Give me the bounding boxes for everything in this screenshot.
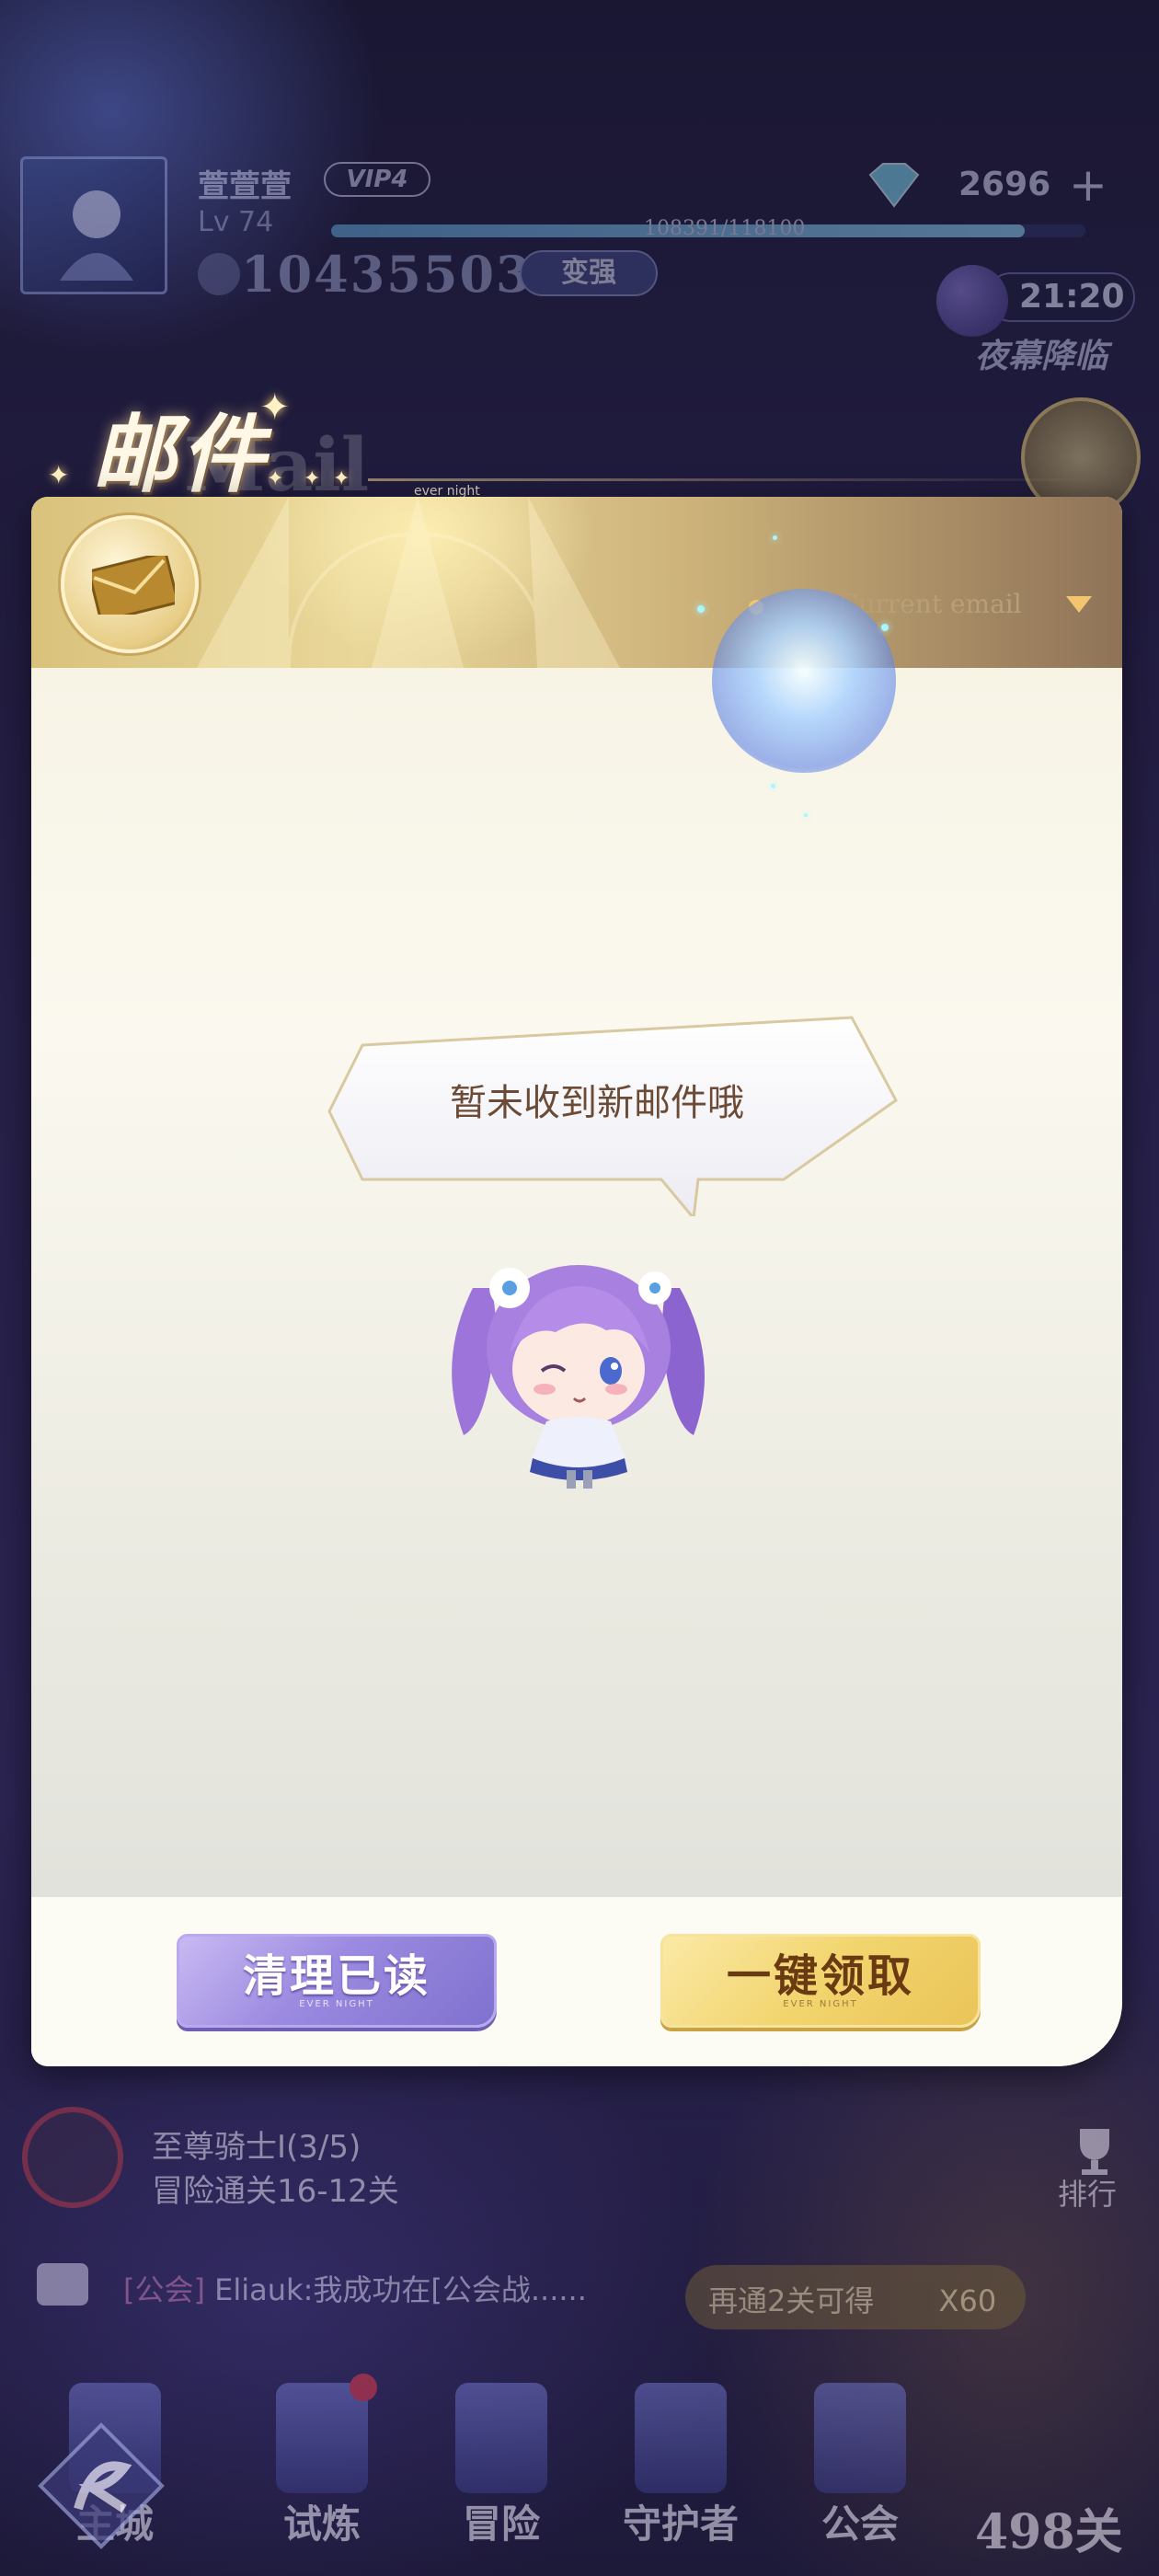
trophy-icon[interactable] <box>1067 2123 1122 2179</box>
sword-icon <box>276 2383 368 2493</box>
sparkle-dot <box>771 784 775 788</box>
glow-orb <box>712 589 896 773</box>
sparkle-icon: ✦ <box>48 460 70 490</box>
claim-all-sublabel: EVER NIGHT <box>783 1999 858 2009</box>
nav-item-guardian[interactable]: 守护者 <box>593 2346 768 2576</box>
sparkle-icon: ✦ <box>259 386 291 429</box>
mail-dialog-header: Current email <box>31 497 1122 668</box>
quest-description: 冒险通关16-12关 <box>152 2173 399 2210</box>
sparkle-icon: ✦ <box>267 467 284 490</box>
stage-reward-qty: X60 <box>938 2283 997 2318</box>
chat-channel-tag: [公会] <box>123 2272 205 2307</box>
chat-message[interactable]: [公会] Eliauk:我成功在[公会战...... <box>123 2267 587 2309</box>
header-decoration <box>197 497 620 668</box>
add-gems-button[interactable]: + <box>1069 158 1107 212</box>
ranking-label: 排行 <box>1058 2177 1118 2212</box>
empty-mail-message: 暂未收到新邮件哦 <box>450 1082 744 1124</box>
sparkle-icon: ✦ <box>304 467 321 490</box>
top-hud: 萱萱萱 VIP4 Lv 74 108391/118100 10435503 变强… <box>0 0 1159 386</box>
sparkle-dot <box>881 624 889 631</box>
stage-reward-label: 再通2关可得 <box>708 2283 875 2318</box>
quest-title: 至尊骑士I(3/5) <box>152 2129 361 2166</box>
stage-reward-text: 再通2关可得 X60 <box>708 2278 996 2320</box>
sparkle-icon: ✦ <box>333 467 350 490</box>
nav-label: 公会 <box>820 2501 899 2547</box>
player-avatar[interactable] <box>20 156 167 294</box>
clear-read-label: 清理已读 <box>242 1950 430 2002</box>
stage-count: 498关 <box>975 2504 1123 2560</box>
claim-all-button[interactable]: 一键领取 EVER NIGHT <box>660 1934 981 2028</box>
crossed-swords-icon <box>455 2383 547 2493</box>
mail-dialog-footer: 清理已读 EVER NIGHT 一键领取 EVER NIGHT <box>31 1897 1122 2066</box>
chat-icon[interactable] <box>37 2263 88 2306</box>
clear-read-sublabel: EVER NIGHT <box>299 1999 374 2009</box>
diamond-icon <box>868 163 920 208</box>
event-name: 夜幕降临 <box>975 338 1108 375</box>
power-icon <box>198 253 240 295</box>
sparkle-dot <box>804 813 808 817</box>
notification-badge <box>350 2374 377 2401</box>
player-name: 萱萱萱 <box>198 168 292 205</box>
nav-item-trial[interactable]: 试炼 <box>235 2346 409 2576</box>
enhance-button[interactable]: 变强 <box>520 250 658 296</box>
mail-title: 邮件 <box>92 405 270 504</box>
nav-item-guild[interactable]: 公会 <box>773 2346 947 2576</box>
gem-count: 2696 <box>958 166 1051 203</box>
avatar-portrait-icon <box>60 190 133 281</box>
combat-power: 10435503 <box>241 245 533 304</box>
game-logo-icon[interactable] <box>37 2421 166 2550</box>
chevron-down-icon <box>1066 596 1092 613</box>
nav-label: 试炼 <box>282 2501 361 2547</box>
moon-icon <box>936 265 1008 337</box>
nav-item-adventure[interactable]: 冒险 <box>414 2346 589 2576</box>
vip-badge: VIP4 <box>324 162 430 197</box>
sparkle-dot <box>697 605 705 613</box>
sparkle-dot <box>773 535 777 540</box>
mail-dialog: Current email 暂未收到新邮件哦 清理已读 EVER NIGHT 一… <box>31 497 1122 2066</box>
player-level: Lv 74 <box>198 206 274 238</box>
shield-icon <box>814 2383 906 2493</box>
nav-label: 冒险 <box>462 2501 540 2547</box>
clear-read-button[interactable]: 清理已读 EVER NIGHT <box>177 1934 497 2028</box>
envelope-icon <box>92 556 175 615</box>
title-divider <box>368 478 1104 481</box>
chat-message-text: Eliauk:我成功在[公会战...... <box>214 2272 587 2307</box>
mascot-chibi-icon <box>452 1265 705 1489</box>
event-clock: 21:20 <box>1019 278 1125 316</box>
quest-icon[interactable] <box>22 2107 123 2208</box>
exp-text: 108391/118100 <box>644 217 806 240</box>
envelope-badge <box>61 515 199 653</box>
nav-label: 守护者 <box>622 2501 739 2547</box>
claim-all-label: 一键领取 <box>726 1950 914 2002</box>
helmet-icon <box>635 2383 727 2493</box>
